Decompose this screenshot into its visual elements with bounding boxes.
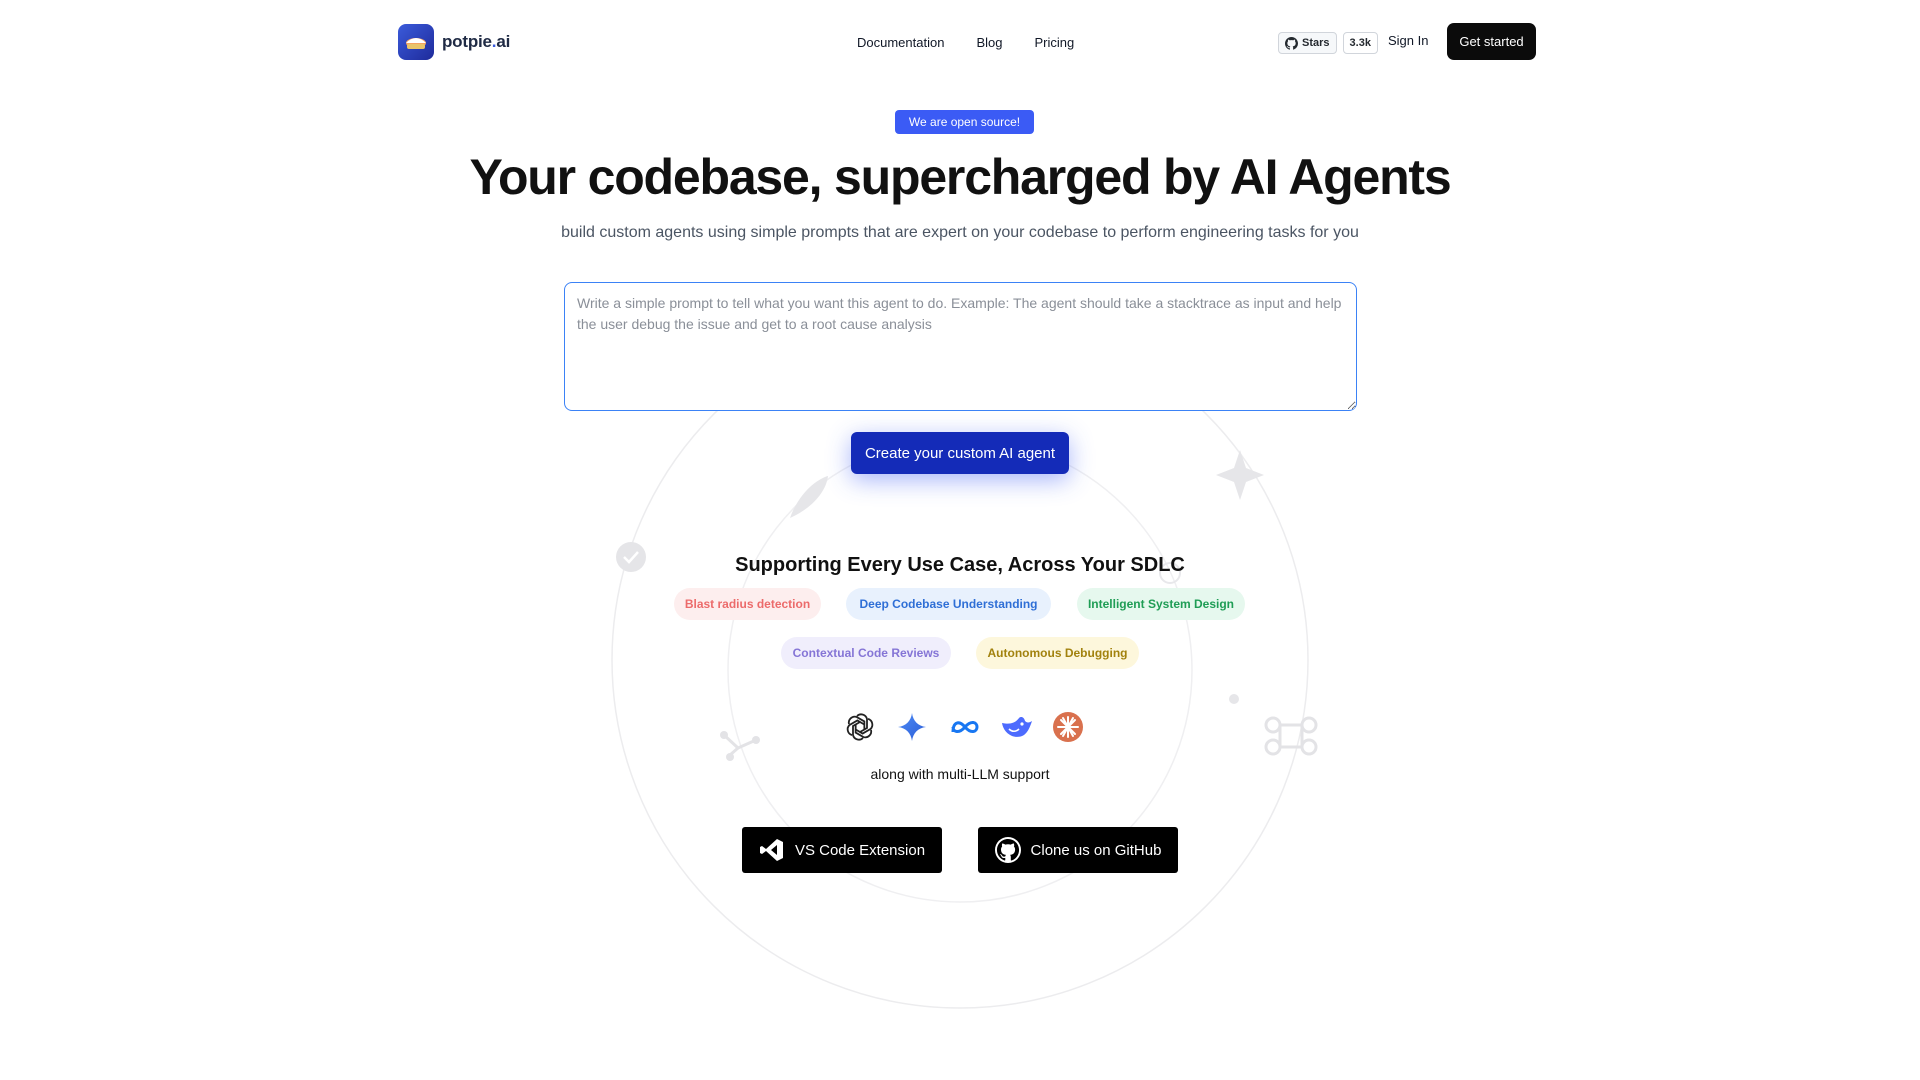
- page: potpie.ai Documentation Blog Pricing Sta…: [0, 0, 1920, 1080]
- hero-subtitle: build custom agents using simple prompts…: [561, 224, 1359, 241]
- get-started-button[interactable]: Get started: [1447, 23, 1536, 60]
- meta-icon: [948, 710, 982, 744]
- openai-icon: [843, 710, 877, 744]
- main-nav: Documentation Blog Pricing: [857, 31, 1074, 53]
- potpie-logo-icon: [398, 24, 434, 60]
- github-icon: [994, 837, 1021, 863]
- use-case-pill-code-reviews: Contextual Code Reviews: [781, 637, 951, 669]
- nav-pricing[interactable]: Pricing: [1034, 35, 1074, 50]
- vscode-icon: [759, 839, 783, 861]
- github-button-label: Clone us on GitHub: [1030, 841, 1162, 859]
- use-case-pill-blast-radius: Blast radius detection: [674, 588, 821, 620]
- use-case-pill-codebase-understanding: Deep Codebase Understanding: [846, 588, 1051, 620]
- brand-name: potpie.ai: [442, 32, 511, 51]
- use-cases-title: Supporting Every Use Case, Across Your S…: [735, 554, 1185, 576]
- sign-in-link[interactable]: Sign In: [1388, 33, 1428, 48]
- agent-prompt-input[interactable]: [564, 282, 1357, 411]
- use-case-pill-system-design: Intelligent System Design: [1077, 588, 1245, 620]
- nav-documentation[interactable]: Documentation: [857, 35, 944, 50]
- use-case-pill-debugging: Autonomous Debugging: [976, 637, 1139, 669]
- github-stars-count[interactable]: 3.3k: [1342, 32, 1378, 54]
- deepseek-icon: [1000, 710, 1034, 744]
- site-header: potpie.ai Documentation Blog Pricing Sta…: [0, 0, 1920, 84]
- vscode-extension-button[interactable]: VS Code Extension: [742, 827, 942, 873]
- nav-blog[interactable]: Blog: [976, 35, 1002, 50]
- claude-icon: [1051, 710, 1085, 744]
- gemini-icon: [895, 710, 929, 744]
- hero-title: Your codebase, supercharged by AI Agents: [469, 149, 1452, 205]
- github-icon: [1285, 36, 1298, 50]
- github-stars-widget[interactable]: Stars 3.3k: [1278, 32, 1378, 54]
- vscode-button-label: VS Code Extension: [794, 841, 926, 859]
- github-clone-button[interactable]: Clone us on GitHub: [978, 827, 1178, 873]
- open-source-badge: We are open source!: [895, 110, 1034, 134]
- llm-support-caption: along with multi-LLM support: [870, 766, 1050, 782]
- github-stars-label: Stars: [1302, 37, 1330, 49]
- create-agent-button[interactable]: Create your custom AI agent: [851, 432, 1069, 474]
- github-stars-button[interactable]: Stars: [1278, 32, 1337, 54]
- brand-logo[interactable]: potpie.ai: [398, 24, 510, 60]
